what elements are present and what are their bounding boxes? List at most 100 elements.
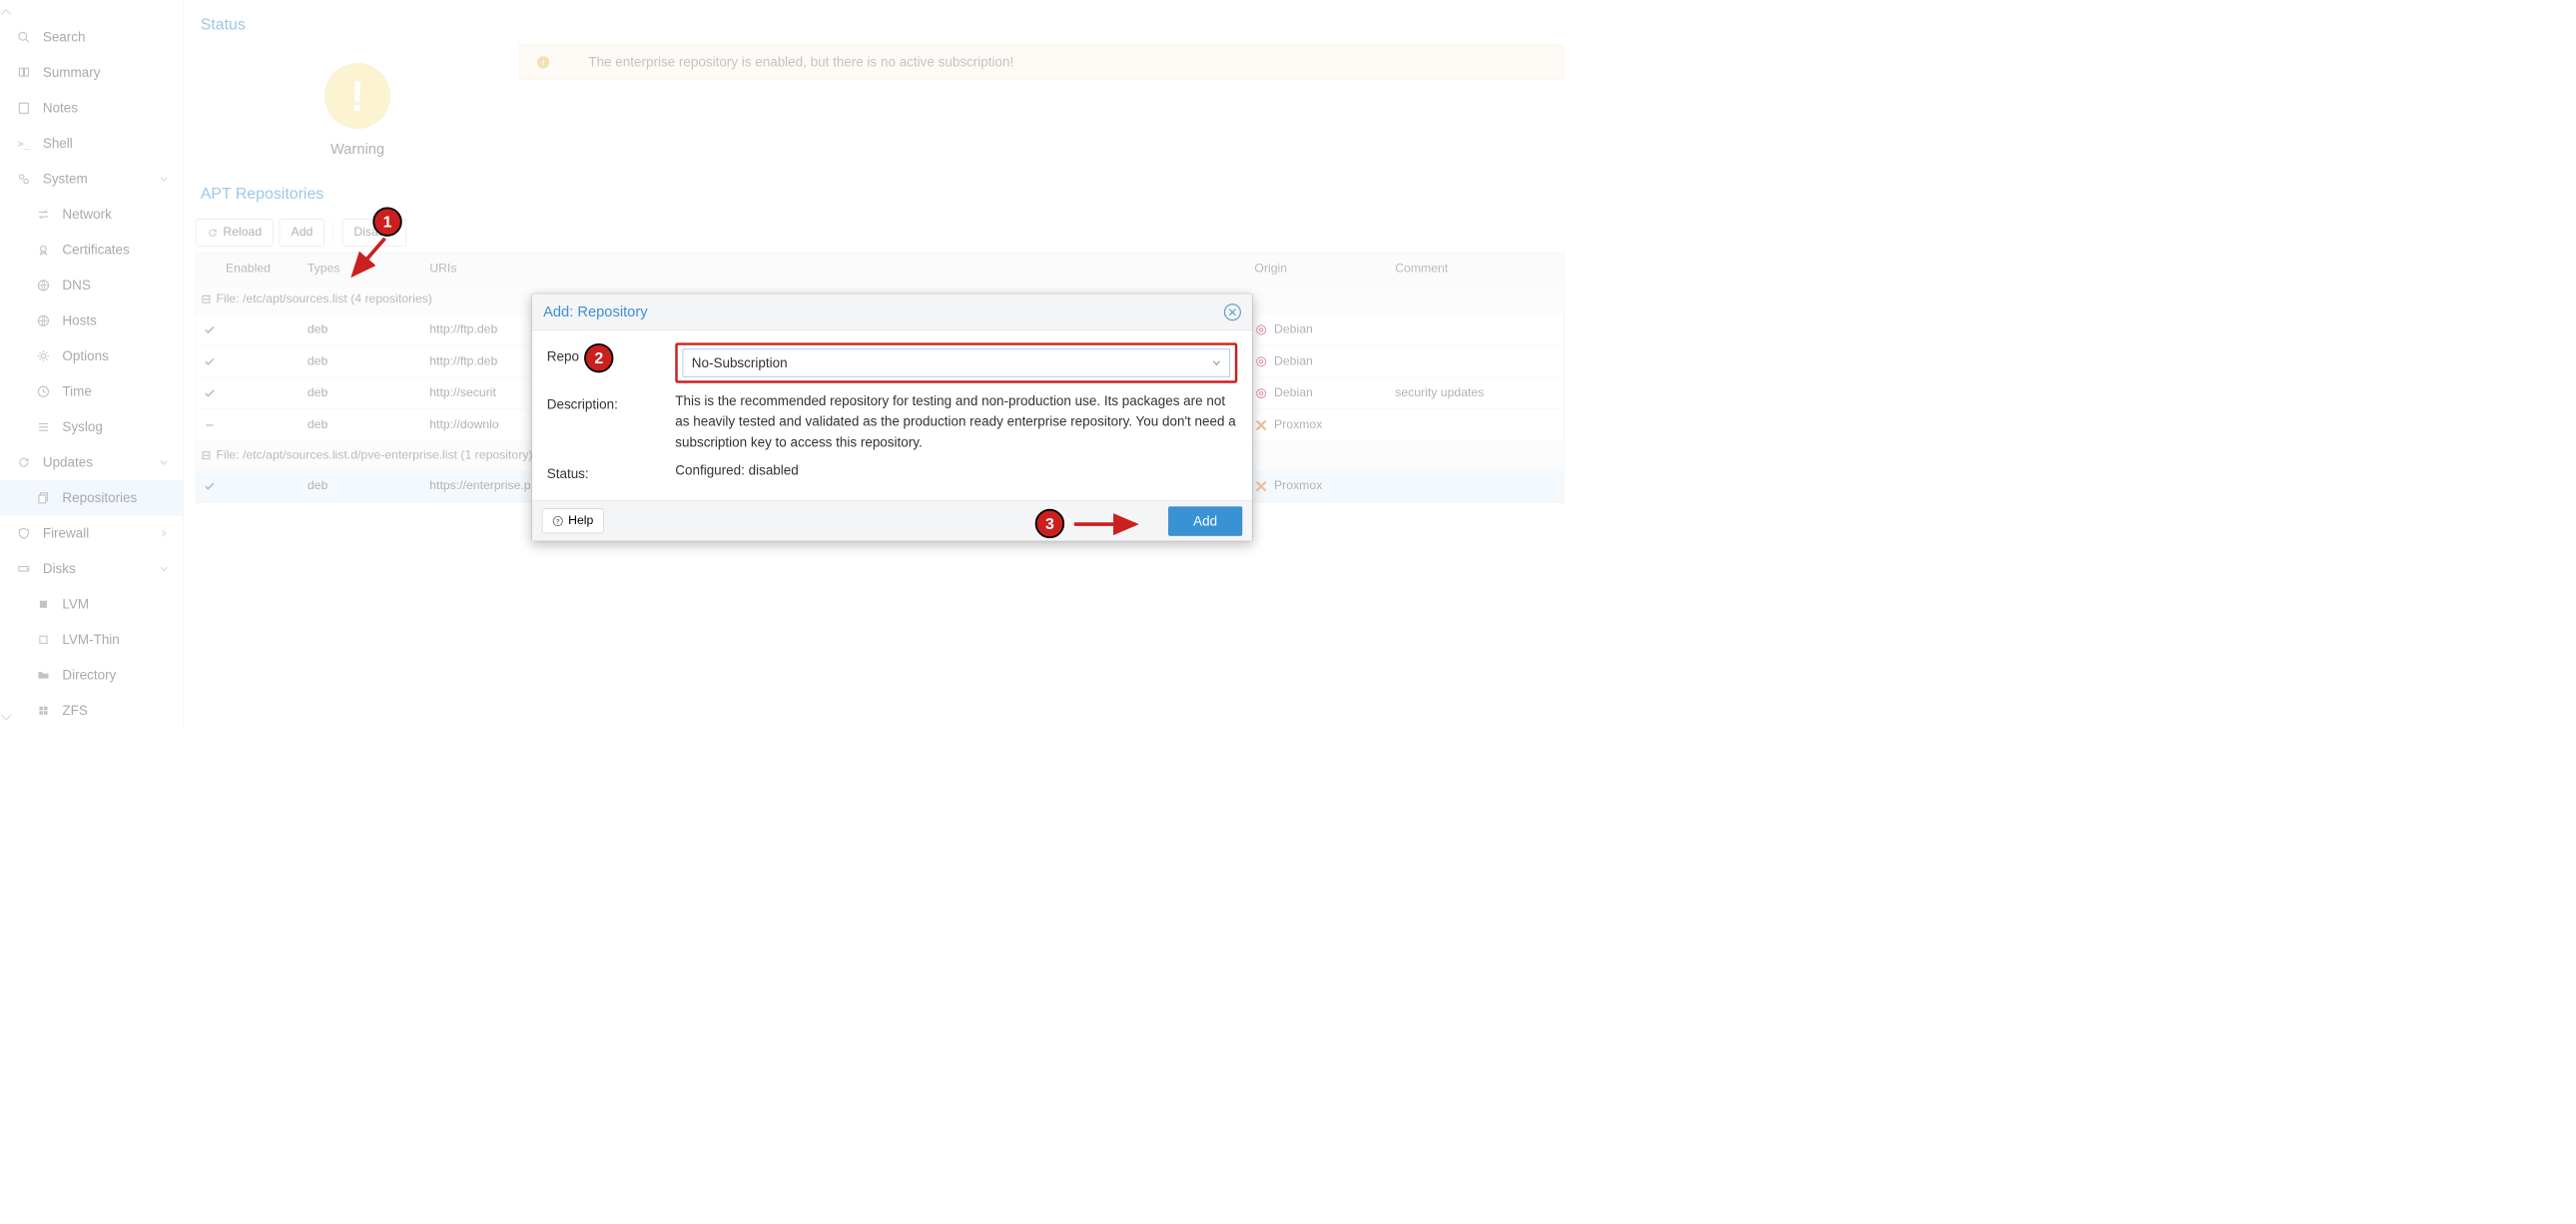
sidebar-item-syslog[interactable]: Syslog <box>0 409 183 444</box>
square-icon <box>34 596 52 612</box>
modal-body: Repo No-Subscription Description: This i… <box>532 330 1252 500</box>
sidebar-item-time[interactable]: Time <box>0 374 183 409</box>
swap-icon <box>34 207 52 223</box>
repository-select[interactable]: No-Subscription <box>683 348 1230 376</box>
col-origin[interactable]: Origin <box>1247 262 1388 276</box>
sidebar-item-system[interactable]: System <box>0 162 183 197</box>
sidebar-item-label: Updates <box>43 454 93 470</box>
book-icon <box>15 65 33 81</box>
sidebar-item-label: Repositories <box>62 490 137 506</box>
col-uris[interactable]: URIs <box>422 262 850 276</box>
sidebar-item-shell[interactable]: >_ Shell <box>0 126 183 161</box>
origin-cell: Proxmox <box>1247 479 1388 493</box>
table-header: Enabled Types URIs Origin Comment <box>196 253 1564 285</box>
refresh-icon <box>15 454 33 470</box>
col-enabled[interactable]: Enabled <box>196 262 300 276</box>
sidebar-item-firewall[interactable]: Firewall <box>0 516 183 551</box>
col-comment[interactable]: Comment <box>1388 262 1564 276</box>
sidebar-item-label: Options <box>62 348 108 364</box>
sidebar-item-label: Syslog <box>62 419 102 435</box>
help-button[interactable]: ? Help <box>542 508 604 533</box>
sidebar-item-lvm[interactable]: LVM <box>0 587 183 622</box>
sidebar-item-label: Directory <box>62 667 116 683</box>
terminal-icon: >_ <box>15 136 33 152</box>
folder-icon <box>34 667 52 683</box>
help-icon: ? <box>552 515 563 526</box>
sidebar-item-label: DNS <box>62 278 90 294</box>
sidebar-item-label: Summary <box>43 65 101 81</box>
annotation-callout-3: 3 <box>1035 509 1064 538</box>
status-value: Configured: disabled <box>675 460 1237 481</box>
annotation-arrow-1 <box>342 233 397 288</box>
enabled-cell <box>196 480 300 492</box>
square-o-icon <box>34 632 52 648</box>
sidebar-item-label: LVM-Thin <box>62 632 119 648</box>
sidebar-item-hosts[interactable]: Hosts <box>0 304 183 338</box>
sidebar-item-label: Shell <box>43 136 73 152</box>
sidebar-item-directory[interactable]: Directory <box>0 658 183 693</box>
list-icon <box>34 419 52 435</box>
svg-text:?: ? <box>556 518 560 525</box>
shield-icon <box>15 525 33 541</box>
sidebar-item-lvm-thin[interactable]: LVM-Thin <box>0 622 183 657</box>
sidebar-item-notes[interactable]: Notes <box>0 91 183 126</box>
origin-cell: Debian <box>1247 354 1388 368</box>
sidebar-item-certificates[interactable]: Certificates <box>0 233 183 268</box>
close-icon[interactable] <box>1224 304 1241 320</box>
sidebar-item-label: Hosts <box>62 312 96 328</box>
sidebar-item-updates[interactable]: Updates <box>0 445 183 480</box>
annotation-callout-2: 2 <box>584 343 613 372</box>
collapse-icon: ⊟ <box>201 292 211 306</box>
types-cell: deb <box>300 386 421 400</box>
cert-icon <box>34 242 52 258</box>
sidebar-item-label: LVM <box>62 596 89 612</box>
sidebar-collapse-up[interactable] <box>0 5 183 20</box>
gear-icon <box>34 348 52 364</box>
description-label: Description: <box>547 390 676 412</box>
note-icon <box>15 100 33 116</box>
modal-add-button[interactable]: Add <box>1168 506 1242 535</box>
sidebar-item-network[interactable]: Network <box>0 197 183 232</box>
enabled-cell <box>196 387 300 399</box>
description-value: This is the recommended repository for t… <box>675 390 1237 453</box>
types-cell: deb <box>300 418 421 432</box>
modal-header: Add: Repository <box>532 294 1252 330</box>
enabled-cell <box>196 419 300 431</box>
types-cell: deb <box>300 354 421 368</box>
sidebar-item-disks[interactable]: Disks <box>0 551 183 586</box>
warning-banner-text: The enterprise repository is enabled, bu… <box>588 54 1013 70</box>
sidebar-expand-down[interactable] <box>0 710 183 725</box>
sidebar-item-summary[interactable]: Summary <box>0 55 183 90</box>
annotation-callout-1: 1 <box>372 207 401 236</box>
sidebar-item-label: Certificates <box>62 242 129 258</box>
types-cell: deb <box>300 322 421 336</box>
sidebar-item-label: Notes <box>43 100 78 116</box>
sidebar-item-label: Firewall <box>43 525 89 541</box>
files-icon <box>34 490 52 506</box>
sidebar-item-label: Time <box>62 383 91 399</box>
warning-banner: i The enterprise repository is enabled, … <box>519 45 1565 80</box>
chevron-icon <box>160 564 169 573</box>
annotation-highlight-2: No-Subscription <box>675 342 1237 382</box>
reload-button[interactable]: Reload <box>196 219 274 247</box>
sidebar-item-label: Network <box>62 207 111 223</box>
disk-icon <box>15 561 33 577</box>
warning-panel: ! Warning <box>196 45 519 159</box>
origin-cell: Proxmox <box>1247 418 1388 432</box>
sidebar-item-label: System <box>43 171 88 187</box>
sidebar-item-dns[interactable]: DNS <box>0 268 183 303</box>
enabled-cell <box>196 355 300 367</box>
origin-cell: Debian <box>1247 386 1388 400</box>
add-button[interactable]: Add <box>280 219 324 247</box>
origin-cell: Debian <box>1247 322 1388 336</box>
sidebar-item-options[interactable]: Options <box>0 338 183 373</box>
warning-label: Warning <box>330 141 384 158</box>
sidebar-item-repositories[interactable]: Repositories <box>0 480 183 515</box>
sidebar: Search Summary Notes >_ Shell System Network Ce… <box>0 0 184 727</box>
repository-selected-value: No-Subscription <box>692 355 788 371</box>
collapse-icon: ⊟ <box>201 448 211 463</box>
chevron-icon <box>160 529 169 538</box>
gears-icon <box>15 171 33 187</box>
sidebar-item-search[interactable]: Search <box>0 20 183 55</box>
warning-icon: ! <box>324 63 390 129</box>
